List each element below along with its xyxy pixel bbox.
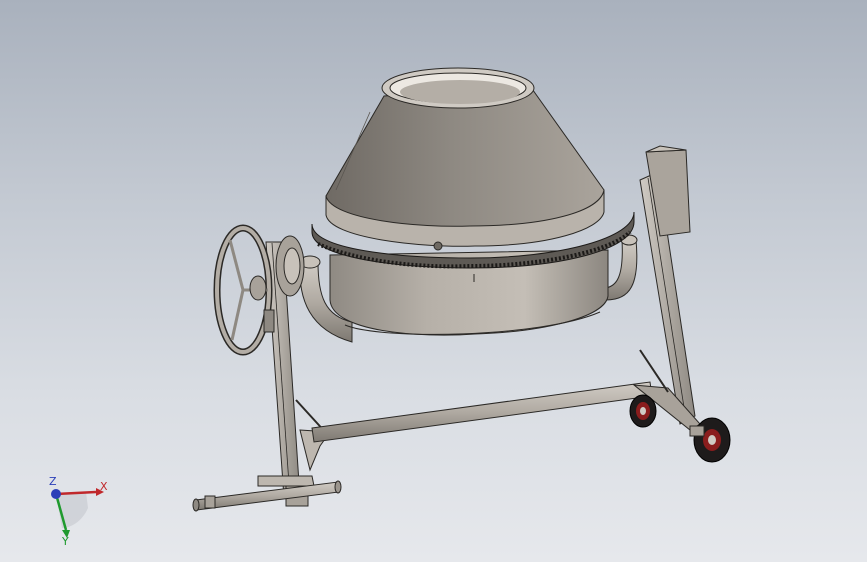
z-axis-label: Z [49,475,57,488]
mixer-model[interactable] [0,0,867,562]
rear-wheel [629,394,657,428]
graphics-viewport[interactable]: X Y Z [0,0,867,562]
lower-cross-tube [311,381,653,443]
drum-cone [325,67,605,227]
hand-wheel [213,224,305,356]
orientation-triad: X Y Z [49,475,108,545]
x-axis-arrow [55,490,97,496]
right-stand-leg [632,145,701,431]
z-axis-dot [51,489,61,499]
x-axis-label: X [100,480,108,493]
y-axis-label: Y [61,535,69,545]
